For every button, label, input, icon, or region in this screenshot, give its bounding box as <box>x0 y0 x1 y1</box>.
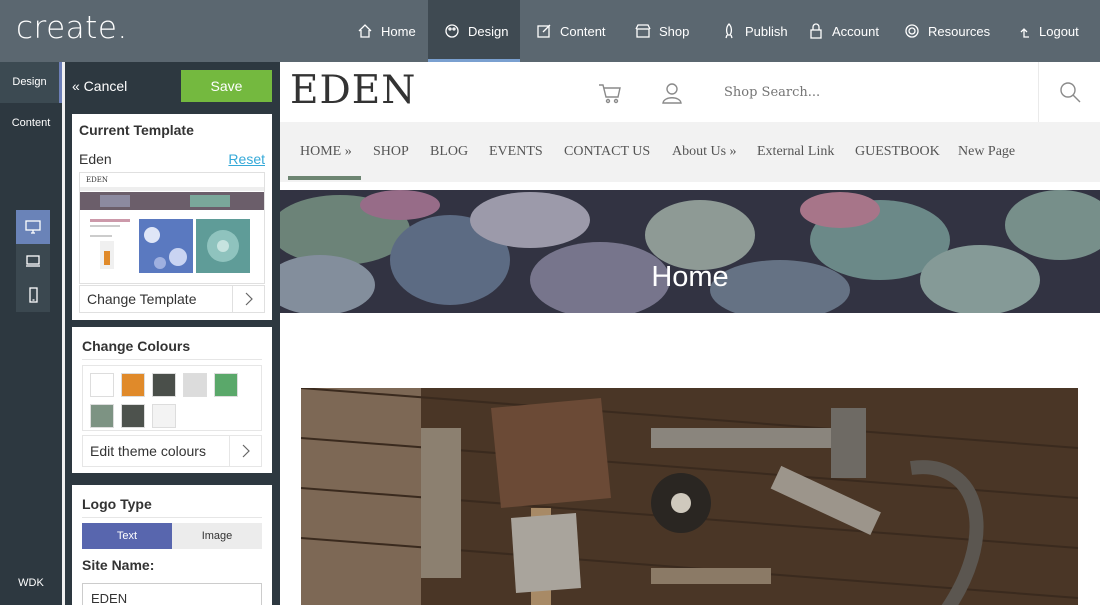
site-nav-shop[interactable]: SHOP <box>373 144 409 160</box>
edit-theme-colours-label: Edit theme colours <box>90 443 206 459</box>
main-nav: Home Design Content Shop Publish Account… <box>341 0 1090 62</box>
panel-header: « Cancel Save <box>65 62 280 110</box>
change-colours-card: Change Colours Edit theme colours <box>72 327 272 473</box>
current-template-card: Current Template Eden Reset EDEN Change … <box>72 114 272 320</box>
site-nav-events[interactable]: EVENTS <box>489 144 543 160</box>
edit-icon <box>536 23 552 39</box>
design-panel: « Cancel Save Current Template Eden Rese… <box>65 62 280 605</box>
site-nav-contact-us[interactable]: CONTACT US <box>564 144 650 160</box>
colour-swatch[interactable] <box>183 373 207 397</box>
logo-type-image-option[interactable]: Image <box>172 523 262 549</box>
nav-design-label: Design <box>468 23 509 39</box>
nav-home[interactable]: Home <box>341 0 428 62</box>
change-template-label: Change Template <box>87 291 197 307</box>
svg-text:EDEN: EDEN <box>86 176 108 184</box>
site-nav-about-us[interactable]: About Us » <box>672 144 737 160</box>
nav-shop[interactable]: Shop <box>619 0 705 62</box>
logo-type-text-option[interactable]: Text <box>82 523 172 549</box>
lock-icon <box>808 23 824 39</box>
nav-content[interactable]: Content <box>520 0 619 62</box>
tools-photo <box>301 388 1078 605</box>
device-switcher <box>16 210 50 312</box>
chevron-right-icon <box>232 286 264 312</box>
colour-swatches <box>82 365 262 431</box>
site-name-input[interactable] <box>82 583 262 605</box>
colour-swatch[interactable] <box>152 404 176 428</box>
save-button[interactable]: Save <box>181 70 272 102</box>
cart-icon[interactable] <box>598 82 622 104</box>
colour-swatch[interactable] <box>121 373 145 397</box>
rocket-icon <box>721 23 737 39</box>
site-nav: HOME » SHOP BLOG EVENTS CONTACT US About… <box>280 122 1100 182</box>
colour-swatch[interactable] <box>214 373 238 397</box>
desktop-icon <box>25 220 41 234</box>
colour-swatch[interactable] <box>90 404 114 428</box>
logo-type-card: Logo Type Text Image Site Name: <box>72 485 272 605</box>
home-icon <box>357 23 373 39</box>
mobile-view-button[interactable] <box>16 278 50 312</box>
edit-theme-colours-row[interactable]: Edit theme colours <box>82 435 262 467</box>
colour-swatch[interactable] <box>152 373 176 397</box>
rail-tab-design[interactable]: Design <box>0 62 62 103</box>
nav-logout-label: Logout <box>1039 23 1079 39</box>
rail-wdk[interactable]: WDK <box>0 577 62 589</box>
tablet-view-button[interactable] <box>16 244 50 278</box>
site-nav-home[interactable]: HOME » <box>300 144 352 160</box>
site-preview: EDEN HOME » SHOP BLOG EVENTS CONTACT US … <box>280 62 1100 605</box>
site-nav-guestbook[interactable]: GUESTBOOK <box>855 144 940 160</box>
chevron-right-icon <box>229 436 261 466</box>
cancel-link[interactable]: « Cancel <box>72 78 127 94</box>
current-template-heading: Current Template <box>79 122 194 138</box>
change-template-row[interactable]: Change Template <box>79 285 265 313</box>
succulent-image <box>280 190 1100 313</box>
change-colours-heading: Change Colours <box>82 338 191 354</box>
palette-icon <box>444 23 460 39</box>
colour-swatch[interactable] <box>90 373 114 397</box>
site-brand[interactable]: EDEN <box>290 68 416 113</box>
nav-content-label: Content <box>560 23 606 39</box>
app-logo[interactable]: create. <box>16 10 128 46</box>
logout-icon <box>1015 23 1031 39</box>
nav-shop-label: Shop <box>659 23 690 39</box>
lifebuoy-icon <box>904 23 920 39</box>
nav-account-label: Account <box>832 23 879 39</box>
hero-banner: Home <box>280 190 1100 313</box>
site-nav-external-link[interactable]: External Link <box>757 144 834 160</box>
nav-design[interactable]: Design <box>428 0 520 62</box>
logo-type-heading: Logo Type <box>82 496 152 512</box>
laptop-icon <box>26 255 40 267</box>
phone-icon <box>29 287 38 303</box>
search-icon <box>1059 82 1080 103</box>
site-nav-blog[interactable]: BLOG <box>430 144 468 160</box>
nav-logout[interactable]: Logout <box>999 0 1090 62</box>
logo-type-toggle: Text Image <box>82 523 262 549</box>
site-nav-new-page[interactable]: New Page <box>958 144 1015 160</box>
template-name: Eden <box>79 151 112 167</box>
shop-search-input[interactable] <box>716 76 1036 108</box>
hero-title: Home <box>651 261 729 293</box>
top-bar: create. Home Design Content Shop Publish… <box>0 0 1100 62</box>
active-nav-indicator <box>288 176 361 180</box>
search-button[interactable] <box>1038 62 1100 122</box>
nav-home-label: Home <box>381 23 416 39</box>
nav-resources-label: Resources <box>928 23 991 39</box>
reset-link[interactable]: Reset <box>228 151 265 167</box>
shop-icon <box>635 23 651 39</box>
colour-swatch[interactable] <box>121 404 145 428</box>
nav-publish-label: Publish <box>745 23 788 39</box>
nav-publish[interactable]: Publish <box>705 0 792 62</box>
site-name-label: Site Name: <box>82 557 155 573</box>
site-header: EDEN <box>280 62 1100 122</box>
nav-account[interactable]: Account <box>792 0 888 62</box>
rail-tab-content[interactable]: Content <box>0 103 62 144</box>
template-thumbnail: EDEN <box>79 172 265 284</box>
desktop-view-button[interactable] <box>16 210 50 244</box>
left-rail: Design Content WDK <box>0 62 62 605</box>
user-icon[interactable] <box>660 82 684 104</box>
nav-resources[interactable]: Resources <box>888 0 999 62</box>
